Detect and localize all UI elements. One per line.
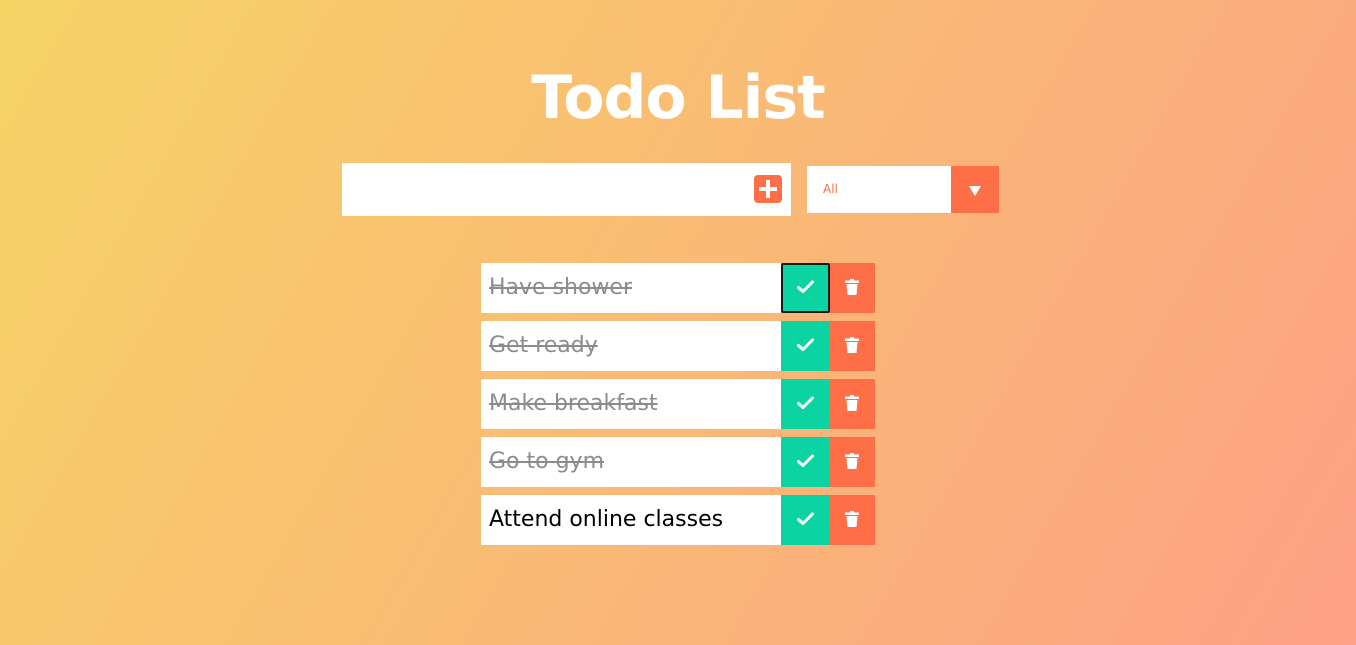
filter-selected-value: All: [823, 182, 838, 196]
todo-text: Have shower: [481, 263, 781, 313]
todo-text: Attend online classes: [481, 495, 781, 545]
plus-square-icon: [759, 180, 777, 198]
check-icon: [797, 338, 814, 351]
complete-button[interactable]: [781, 379, 830, 429]
delete-button[interactable]: [830, 437, 875, 487]
delete-button[interactable]: [830, 321, 875, 371]
complete-button[interactable]: [781, 495, 830, 545]
trash-icon: [845, 511, 859, 527]
todo-item: Get ready: [481, 321, 875, 371]
check-icon: [797, 512, 814, 525]
todo-form: [342, 163, 791, 216]
caret-down-icon: [969, 186, 981, 196]
check-icon: [797, 454, 814, 467]
trash-icon: [845, 453, 859, 469]
delete-button[interactable]: [830, 495, 875, 545]
todo-text: Go to gym: [481, 437, 781, 487]
check-icon: [797, 396, 814, 409]
check-icon: [797, 280, 814, 293]
filter-dropdown-button[interactable]: [951, 166, 999, 213]
complete-button[interactable]: [781, 437, 830, 487]
todo-text: Make breakfast: [481, 379, 781, 429]
todo-list: Have shower Get ready Make breakfast Go …: [481, 263, 875, 553]
todo-input[interactable]: [342, 163, 742, 216]
page-title: Todo List: [531, 63, 825, 134]
delete-button[interactable]: [830, 263, 875, 313]
trash-icon: [845, 279, 859, 295]
todo-item: Go to gym: [481, 437, 875, 487]
complete-button[interactable]: [781, 263, 830, 313]
add-todo-button[interactable]: [754, 175, 782, 203]
trash-icon: [845, 337, 859, 353]
todo-text: Get ready: [481, 321, 781, 371]
trash-icon: [845, 395, 859, 411]
todo-item: Have shower: [481, 263, 875, 313]
todo-item: Make breakfast: [481, 379, 875, 429]
filter-select[interactable]: All: [807, 166, 999, 213]
todo-item: Attend online classes: [481, 495, 875, 545]
complete-button[interactable]: [781, 321, 830, 371]
delete-button[interactable]: [830, 379, 875, 429]
